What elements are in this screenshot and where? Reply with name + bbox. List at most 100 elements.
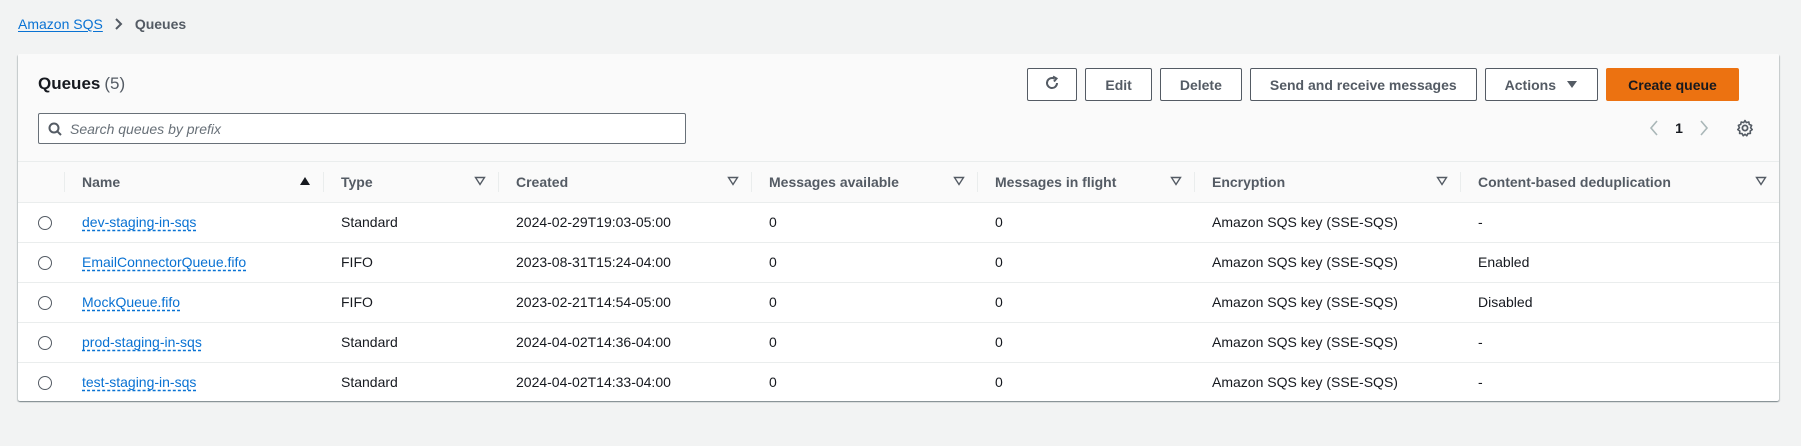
row-select-cell [18,362,64,401]
next-page-button[interactable] [1693,118,1715,138]
table-row[interactable]: prod-staging-in-sqs Standard 2024-04-02T… [18,322,1779,363]
cell-type: Standard [323,322,498,363]
cell-type: Standard [323,202,498,243]
chevron-right-icon [113,18,125,30]
row-radio[interactable] [38,296,52,311]
sort-icon [953,176,965,188]
cell-encryption: Amazon SQS key (SSE-SQS) [1194,322,1460,363]
cell-created: 2024-04-02T14:36-04:00 [498,322,751,363]
search-field [38,113,686,144]
row-select-cell [18,242,64,283]
row-radio[interactable] [38,216,52,231]
panel-header: Queues (5) Edit Delete Send and receive m… [18,54,1779,162]
search-icon [48,122,62,136]
table-row[interactable]: MockQueue.fifo FIFO 2023-02-21T14:54-05:… [18,282,1779,323]
column-label: Content-based deduplication [1478,173,1671,190]
sort-icon [1755,176,1767,188]
cell-dedup: Enabled [1460,242,1779,283]
breadcrumb: Amazon SQS Queues [18,16,186,32]
table-row[interactable]: EmailConnectorQueue.fifo FIFO 2023-08-31… [18,242,1779,283]
current-page-number[interactable]: 1 [1665,120,1693,136]
cell-encryption: Amazon SQS key (SSE-SQS) [1194,242,1460,283]
queue-name-link[interactable]: EmailConnectorQueue.fifo [82,254,246,270]
cell-messages-in-flight: 0 [977,282,1194,323]
cell-created: 2024-04-02T14:33-04:00 [516,374,671,391]
queue-name-link[interactable]: dev-staging-in-sqs [82,214,196,230]
column-header-messages-in-flight[interactable]: Messages in flight [977,162,1194,203]
column-header-type[interactable]: Type [323,162,498,203]
row-radio[interactable] [38,376,52,391]
breadcrumb-amazon-sqs-link[interactable]: Amazon SQS [18,16,103,32]
queues-panel: Queues (5) Edit Delete Send and receive m… [18,54,1779,401]
column-label: Created [516,173,569,190]
column-header-content-dedup[interactable]: Content-based deduplication [1460,162,1779,203]
cell-name: prod-staging-in-sqs [64,322,323,363]
row-select-cell [18,282,64,323]
column-label: Messages available [769,173,899,190]
previous-page-button[interactable] [1643,118,1665,138]
cell-messages-in-flight: 0 [977,202,1194,243]
cell-messages-available: 0 [751,282,977,323]
row-radio[interactable] [38,256,52,271]
queue-name-link[interactable]: MockQueue.fifo [82,294,180,310]
cell-dedup: - [1478,374,1483,391]
page-title: Queues (5) [38,74,125,94]
column-label: Name [82,173,121,190]
cell-created: 2023-08-31T15:24-04:00 [498,242,751,283]
edit-button[interactable]: Edit [1085,68,1152,101]
queues-table: Name Type Created Messages available Mes… [18,162,1779,401]
sort-icon [727,176,739,188]
cell-messages-in-flight: 0 [995,374,1003,391]
actions-dropdown-button[interactable]: Actions [1484,68,1598,101]
column-label: Messages in flight [995,173,1117,190]
delete-button[interactable]: Delete [1159,68,1242,101]
sort-icon [1170,176,1182,188]
toolbar: Edit Delete Send and receive messages Ac… [1027,68,1739,101]
column-label: Encryption [1212,173,1286,190]
gear-icon[interactable] [1735,118,1755,138]
table-row[interactable]: dev-staging-in-sqs Standard 2024-02-29T1… [18,202,1779,243]
cell-created: 2023-02-21T14:54-05:00 [498,282,751,323]
row-select-cell [18,322,64,363]
cell-dedup: - [1460,202,1779,243]
cell-messages-available: 0 [751,322,977,363]
cell-type: FIFO [323,282,498,323]
actions-label: Actions [1504,76,1556,93]
refresh-button[interactable] [1027,68,1078,101]
queue-name-link[interactable]: test-staging-in-sqs [82,374,196,390]
cell-messages-available: 0 [769,374,777,391]
cell-type: Standard [341,374,398,391]
row-radio[interactable] [38,336,52,351]
cell-name: dev-staging-in-sqs [64,202,323,243]
cell-name: MockQueue.fifo [64,282,323,323]
create-queue-button[interactable]: Create queue [1606,68,1739,101]
cell-dedup: Disabled [1460,282,1779,323]
column-header-name[interactable]: Name [64,162,323,203]
cell-dedup: - [1460,322,1779,363]
column-header-encryption[interactable]: Encryption [1194,162,1460,203]
cell-created: 2024-02-29T19:03-05:00 [498,202,751,243]
row-select-cell [18,202,64,243]
sort-ascending-icon [299,176,311,188]
queue-count: (5) [104,74,126,93]
table-row[interactable]: test-staging-in-sqs Standard 2024-04-02T… [18,362,1779,401]
cell-name: test-staging-in-sqs [64,362,323,401]
search-input[interactable] [70,114,685,143]
column-header-messages-available[interactable]: Messages available [751,162,977,203]
cell-encryption: Amazon SQS key (SSE-SQS) [1194,282,1460,323]
column-header-created[interactable]: Created [498,162,751,203]
cell-messages-in-flight: 0 [977,242,1194,283]
cell-messages-in-flight: 0 [977,322,1194,363]
cell-name: EmailConnectorQueue.fifo [64,242,323,283]
table-header-row: Name Type Created Messages available Mes… [18,162,1779,203]
pagination: 1 [1643,118,1755,138]
sort-icon [474,176,486,188]
cell-encryption: Amazon SQS key (SSE-SQS) [1194,202,1460,243]
breadcrumb-current: Queues [134,16,187,32]
refresh-icon [1044,75,1060,94]
queue-name-link[interactable]: prod-staging-in-sqs [82,334,202,350]
select-column-header [18,162,64,203]
send-receive-button[interactable]: Send and receive messages [1249,68,1477,101]
sort-icon [1436,176,1448,188]
cell-messages-available: 0 [751,202,977,243]
